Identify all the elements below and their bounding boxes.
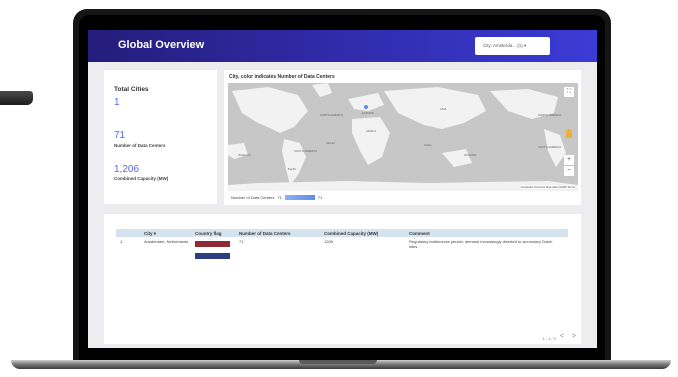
region-label: NORTH AMERICA	[320, 113, 344, 117]
cell-capacity: 1206	[324, 239, 333, 244]
legend-min: 71	[277, 195, 282, 200]
row-index: 1.	[120, 239, 124, 244]
zoom-out-button[interactable]: −	[564, 166, 574, 176]
legend-max: 71	[317, 195, 323, 200]
dashboard-screen: Global Overview City: Amsterda... (1) ▾ …	[88, 30, 597, 348]
column-header-capacity[interactable]: Combined Capacity (MW)	[324, 231, 378, 236]
fullscreen-icon[interactable]: ⛶	[564, 87, 574, 97]
legend-gradient	[284, 195, 315, 200]
region-label: OCEANIA	[464, 153, 477, 157]
region-label: Atlantic	[326, 141, 336, 145]
pagination-label: 1 - 1 / 1	[542, 336, 556, 341]
column-header-flag[interactable]: Country flag	[195, 231, 222, 236]
region-label: Indian	[424, 143, 432, 147]
legend-label: Number of Data Centers	[231, 195, 275, 200]
region-label: ASIA	[440, 107, 447, 111]
next-page-button[interactable]: >	[572, 333, 576, 340]
google-logo: Google	[232, 184, 245, 189]
region-label: AFRICA	[366, 129, 377, 133]
total-cities-value: 1	[114, 97, 120, 108]
city-filter-dropdown[interactable]: City: Amsterda... (1) ▾	[475, 37, 550, 55]
dashboard-header: Global Overview City: Amsterda... (1) ▾	[88, 30, 597, 62]
world-map[interactable]: NORTH AMERICA EUROPE ASIA AFRICA SOUTH A…	[228, 83, 578, 191]
region-label: Pacific	[288, 167, 297, 171]
data-centers-label: Number of Data Centers	[114, 143, 166, 148]
region-label: SOUTH AMERICA	[538, 145, 562, 149]
prev-page-button[interactable]: <	[560, 333, 564, 340]
map-legend: Number of Data Centers 71 71	[231, 195, 325, 200]
region-label: SOUTH AMERICA	[294, 149, 318, 153]
continents	[228, 83, 578, 191]
background-object	[0, 91, 33, 105]
region-label: EUROPE	[362, 111, 374, 115]
table-row[interactable]: 1. Amsterdam, Netherlands 71 1206 Regula…	[116, 238, 568, 266]
laptop-notch	[299, 360, 377, 364]
map-attribution[interactable]: Keyboard shortcuts Map data ©2025 Terms	[521, 185, 575, 189]
data-centers-value: 71	[114, 130, 126, 141]
column-header-data-centers[interactable]: Number of Data Centers	[239, 231, 291, 236]
street-view-icon[interactable]	[566, 129, 572, 138]
cell-city: Amsterdam, Netherlands	[144, 239, 189, 244]
kpi-card: Total Cities 1 71 Number of Data Centers…	[104, 70, 217, 204]
cell-data-centers: 71	[239, 239, 244, 244]
page-title: Global Overview	[118, 39, 205, 51]
map-title: City, color indicates Number of Data Cen…	[229, 74, 335, 80]
total-cities-title: Total Cities	[114, 86, 149, 93]
table-header: City ▾ Country flag Number of Data Cente…	[116, 229, 568, 237]
capacity-value: 1,206	[114, 164, 140, 175]
flag-image	[195, 241, 230, 247]
cell-comment: Regulatory bottlenecks persist; demand i…	[409, 239, 553, 249]
column-header-city[interactable]: City ▾	[144, 231, 156, 237]
zoom-in-button[interactable]: +	[564, 155, 574, 165]
region-label: OCEANIA	[238, 153, 251, 157]
region-label: NORTH AMERICA	[538, 113, 562, 117]
flag-image	[195, 253, 230, 259]
column-header-comment[interactable]: Comment	[409, 231, 430, 236]
map-card: City, color indicates Number of Data Cen…	[224, 70, 581, 205]
data-table: City ▾ Country flag Number of Data Cente…	[104, 214, 581, 344]
capacity-label: Combined Capacity (MW)	[114, 176, 169, 181]
